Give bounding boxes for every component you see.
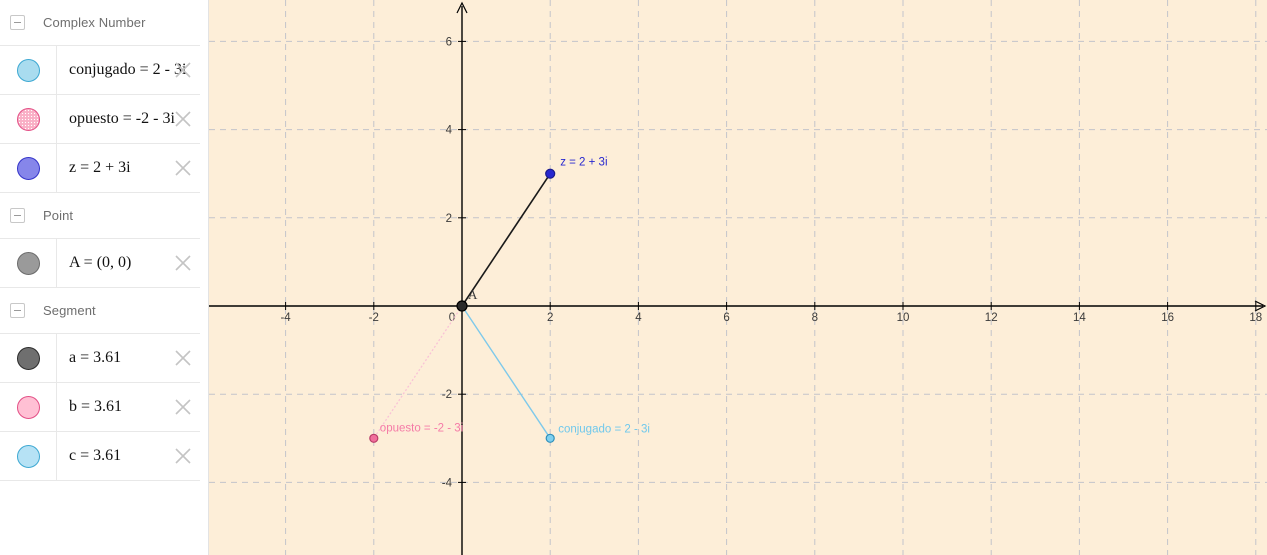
x-tick-label: -2 (369, 312, 379, 324)
x-tick-label: 8 (812, 312, 818, 324)
geogebra-window: Complex Number conjugado = 2 - 3i opuesto … (0, 0, 1267, 555)
point-label-z: z = 2 + 3i (560, 157, 607, 169)
algebra-view-sidebar: Complex Number conjugado = 2 - 3i opuesto … (0, 0, 200, 555)
group-header-complex-number[interactable]: Complex Number (0, 0, 200, 46)
y-tick-label: 4 (446, 125, 453, 137)
y-tick-label: 6 (446, 36, 452, 48)
object-visibility-toggle[interactable] (0, 383, 57, 431)
close-icon[interactable] (172, 157, 194, 179)
group-header-segment[interactable]: Segment (0, 288, 200, 334)
algebra-row[interactable]: a = 3.61 (0, 334, 200, 383)
algebra-row[interactable]: A = (0, 0) (0, 239, 200, 288)
x-tick-label: 12 (985, 312, 998, 324)
x-tick-label: -4 (280, 312, 291, 324)
close-icon[interactable] (172, 445, 194, 467)
color-dot-icon[interactable] (16, 395, 40, 419)
object-visibility-toggle[interactable] (0, 46, 57, 94)
algebra-row[interactable]: c = 3.61 (0, 432, 200, 481)
x-tick-label: 4 (635, 312, 642, 324)
plotted-points: z = 2 + 3i conjugado = 2 - 3i opuesto = -2… (369, 157, 650, 443)
algebra-row[interactable]: opuesto = -2 - 3i (0, 95, 200, 144)
color-dot-icon[interactable] (16, 251, 40, 275)
coordinate-plane[interactable]: -4 -2 0 2 4 6 8 10 12 14 16 18 6 4 2 -2 -4 z = 2 + 3i conj… (209, 0, 1267, 555)
x-tick-label: 16 (1161, 312, 1174, 324)
color-dot-icon[interactable] (16, 346, 40, 370)
group-title: Segment (43, 303, 96, 318)
point-conjugado[interactable] (545, 433, 555, 443)
color-dot-icon[interactable] (16, 58, 40, 82)
object-visibility-toggle[interactable] (0, 334, 57, 382)
point-label-opuesto: opuesto = -2 - 3i (380, 422, 463, 434)
x-tick-label: 2 (547, 312, 553, 324)
algebra-row[interactable]: z = 2 + 3i (0, 144, 200, 193)
close-icon[interactable] (172, 347, 194, 369)
x-tick-label: 10 (897, 312, 910, 324)
color-dot-icon[interactable] (16, 156, 40, 180)
object-visibility-toggle[interactable] (0, 239, 57, 287)
group-title: Complex Number (43, 15, 146, 30)
axes (209, 1, 1267, 555)
x-tick-label: 14 (1073, 312, 1086, 324)
object-visibility-toggle[interactable] (0, 432, 57, 480)
close-icon[interactable] (172, 59, 194, 81)
algebra-row[interactable]: conjugado = 2 - 3i (0, 46, 200, 95)
minus-icon[interactable] (10, 303, 25, 318)
object-visibility-toggle[interactable] (0, 95, 57, 143)
point-A[interactable] (456, 300, 468, 312)
grid-lines (209, 0, 1267, 555)
point-opuesto[interactable] (369, 433, 379, 443)
color-dot-icon[interactable] (16, 107, 40, 131)
point-z[interactable] (545, 168, 556, 179)
point-label-A: A (468, 287, 478, 302)
color-dot-icon[interactable] (16, 444, 40, 468)
segment-b[interactable] (373, 305, 463, 439)
minus-icon[interactable] (10, 15, 25, 30)
sidebar-graph-divider (200, 0, 209, 555)
segment-c[interactable] (461, 305, 551, 439)
group-header-point[interactable]: Point (0, 193, 200, 239)
y-tick-label: 2 (446, 213, 452, 225)
close-icon[interactable] (172, 396, 194, 418)
y-tick-label: -2 (442, 389, 452, 401)
point-label-conjugado: conjugado = 2 - 3i (558, 423, 650, 435)
y-tick-label: -4 (442, 477, 453, 489)
minus-icon[interactable] (10, 208, 25, 223)
close-icon[interactable] (172, 252, 194, 274)
x-tick-label: 18 (1249, 312, 1262, 324)
x-tick-label: 6 (723, 312, 729, 324)
group-title: Point (43, 208, 74, 223)
close-icon[interactable] (172, 108, 194, 130)
object-visibility-toggle[interactable] (0, 144, 57, 192)
x-tick-label: 0 (449, 312, 455, 324)
graphics-view[interactable]: -4 -2 0 2 4 6 8 10 12 14 16 18 6 4 2 -2 -4 z = 2 + 3i conj… (209, 0, 1267, 555)
algebra-row[interactable]: b = 3.61 (0, 383, 200, 432)
